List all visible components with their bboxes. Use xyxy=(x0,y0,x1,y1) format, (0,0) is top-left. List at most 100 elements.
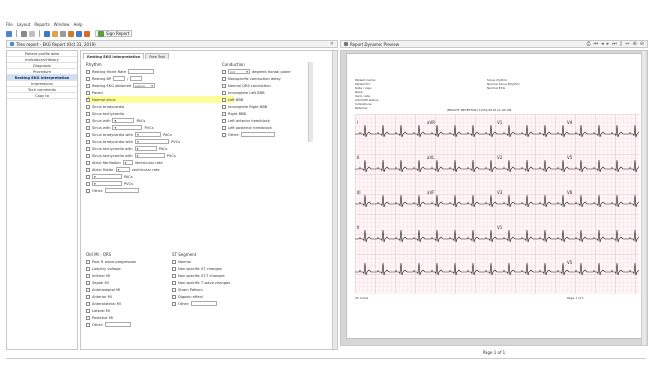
zoom-in-icon[interactable]: ⊕ xyxy=(633,41,637,47)
count-dropdown[interactable]: ▾ xyxy=(134,153,165,158)
last-page-icon[interactable]: ⏭ xyxy=(612,41,617,47)
count-dropdown[interactable]: ▾ xyxy=(115,167,130,172)
count-dropdown[interactable]: ▾ xyxy=(112,118,135,123)
print-icon[interactable]: ⎙ xyxy=(587,41,591,47)
count-dropdown[interactable]: ▾ xyxy=(112,125,143,130)
checkbox[interactable] xyxy=(222,118,226,123)
checkbox[interactable] xyxy=(222,97,226,102)
fit-page-icon[interactable]: ▯ xyxy=(620,41,623,47)
checkbox[interactable] xyxy=(86,69,90,74)
checkbox[interactable] xyxy=(222,90,226,95)
ecg-lead-label: II xyxy=(357,225,359,230)
menu-file[interactable]: File xyxy=(6,22,13,27)
menu-help[interactable]: Help xyxy=(73,22,82,27)
checkbox[interactable] xyxy=(86,167,90,172)
rhythm-other-input[interactable] xyxy=(105,188,140,193)
checkbox[interactable] xyxy=(86,188,90,193)
checkbox[interactable] xyxy=(222,104,226,109)
checkbox[interactable] xyxy=(172,280,176,285)
checkbox[interactable] xyxy=(86,125,90,130)
menu-window[interactable]: Window xyxy=(54,22,70,27)
checkbox[interactable] xyxy=(86,266,90,271)
checkbox[interactable] xyxy=(86,139,90,144)
menu-layout[interactable]: Layout xyxy=(17,22,31,27)
checkbox[interactable] xyxy=(172,266,176,271)
bp-systolic-input[interactable] xyxy=(113,76,126,81)
nav-item-copy-to[interactable]: Copy to xyxy=(7,93,77,99)
paste-icon[interactable] xyxy=(52,30,58,37)
checkbox[interactable] xyxy=(222,83,226,88)
checkbox[interactable] xyxy=(86,111,90,116)
checkbox[interactable] xyxy=(86,132,90,137)
form-scrollbar[interactable] xyxy=(332,51,337,349)
checkbox[interactable] xyxy=(86,301,90,306)
help-icon[interactable] xyxy=(76,30,82,37)
conduction-scrollbar[interactable] xyxy=(308,62,313,142)
checkbox[interactable] xyxy=(86,104,90,109)
checkbox[interactable] xyxy=(222,69,226,74)
sign-report-button[interactable]: Sign Report xyxy=(95,30,133,37)
cut-icon[interactable] xyxy=(29,30,35,37)
checkbox[interactable] xyxy=(86,90,90,95)
checkbox[interactable] xyxy=(172,301,176,306)
checkbox[interactable] xyxy=(86,118,90,123)
count-dropdown[interactable]: ▾ xyxy=(122,160,133,165)
st-row: Strain Pattern xyxy=(172,286,262,293)
checkbox[interactable] xyxy=(222,76,226,81)
st-other-input[interactable] xyxy=(191,301,218,306)
close-icon[interactable]: × xyxy=(330,41,334,47)
checkbox[interactable] xyxy=(222,132,226,137)
checkbox[interactable] xyxy=(86,280,90,285)
fit-width-icon[interactable]: ⇔ xyxy=(625,41,629,47)
checkbox[interactable] xyxy=(86,181,90,186)
conduction-other-input[interactable] xyxy=(241,132,276,137)
count-dropdown[interactable]: ▾ xyxy=(135,139,170,144)
menu-reports[interactable]: Reports xyxy=(34,22,49,27)
checkbox[interactable] xyxy=(86,322,90,327)
conduction-row: Normal QRS conduction xyxy=(222,82,332,89)
count-dropdown[interactable]: ▾ xyxy=(134,146,157,151)
position-dropdown[interactable]: supine ▾ xyxy=(132,83,155,88)
checkbox[interactable] xyxy=(222,125,226,130)
find-icon[interactable] xyxy=(84,30,90,37)
heart-rate-input[interactable] xyxy=(127,69,154,74)
print-icon[interactable] xyxy=(21,30,27,37)
checkbox[interactable] xyxy=(86,76,90,81)
tab-free-text[interactable]: Free Text xyxy=(145,53,169,59)
checkbox[interactable] xyxy=(86,160,90,165)
bp-diastolic-input[interactable] xyxy=(130,76,143,81)
zoom-out-icon[interactable]: ⊖ xyxy=(640,41,644,47)
checkbox[interactable] xyxy=(222,111,226,116)
preview-tab[interactable]: Report Dynamic Preview ⎙ ⏮ ◂ ▸ ⏭ ▯ ⇔ ⊕ ⊖ xyxy=(340,40,648,48)
left-pane-tab[interactable]: Tiles report - EKG Report (Oct 31, 2019)… xyxy=(6,40,338,48)
rhythm-dropdown[interactable]: ▾ xyxy=(92,181,122,186)
checkbox[interactable] xyxy=(86,174,90,179)
save-icon[interactable] xyxy=(6,30,12,37)
checkbox[interactable] xyxy=(86,287,90,292)
checkbox[interactable] xyxy=(86,146,90,151)
rhythm-dropdown[interactable]: ▾ xyxy=(92,174,122,179)
checkbox[interactable] xyxy=(86,83,90,88)
checkbox-checked[interactable] xyxy=(86,96,90,102)
copy-icon[interactable] xyxy=(44,30,50,37)
checkbox[interactable] xyxy=(86,273,90,278)
count-dropdown[interactable]: ▾ xyxy=(135,132,162,137)
checkbox[interactable] xyxy=(172,273,176,278)
checkbox[interactable] xyxy=(86,153,90,158)
checkbox[interactable] xyxy=(172,287,176,292)
preview-scrollbar[interactable] xyxy=(641,51,646,345)
tab-resting-ekg[interactable]: Resting EKG interpretation xyxy=(83,53,145,59)
prev-page-icon[interactable]: ◂ xyxy=(601,41,604,47)
first-page-icon[interactable]: ⏮ xyxy=(594,41,599,47)
checkbox[interactable] xyxy=(172,294,176,299)
checkbox[interactable] xyxy=(86,308,90,313)
checkbox[interactable] xyxy=(86,315,90,320)
qrs-other-input[interactable] xyxy=(105,322,132,327)
axis-dropdown[interactable]: (nl) ▾ xyxy=(228,69,250,74)
checkbox[interactable] xyxy=(86,294,90,299)
next-page-icon[interactable]: ▸ xyxy=(607,41,610,47)
checkbox[interactable] xyxy=(86,259,90,264)
checkbox[interactable] xyxy=(172,259,176,264)
tools-icon[interactable] xyxy=(68,30,74,37)
edit-icon[interactable] xyxy=(60,30,66,37)
